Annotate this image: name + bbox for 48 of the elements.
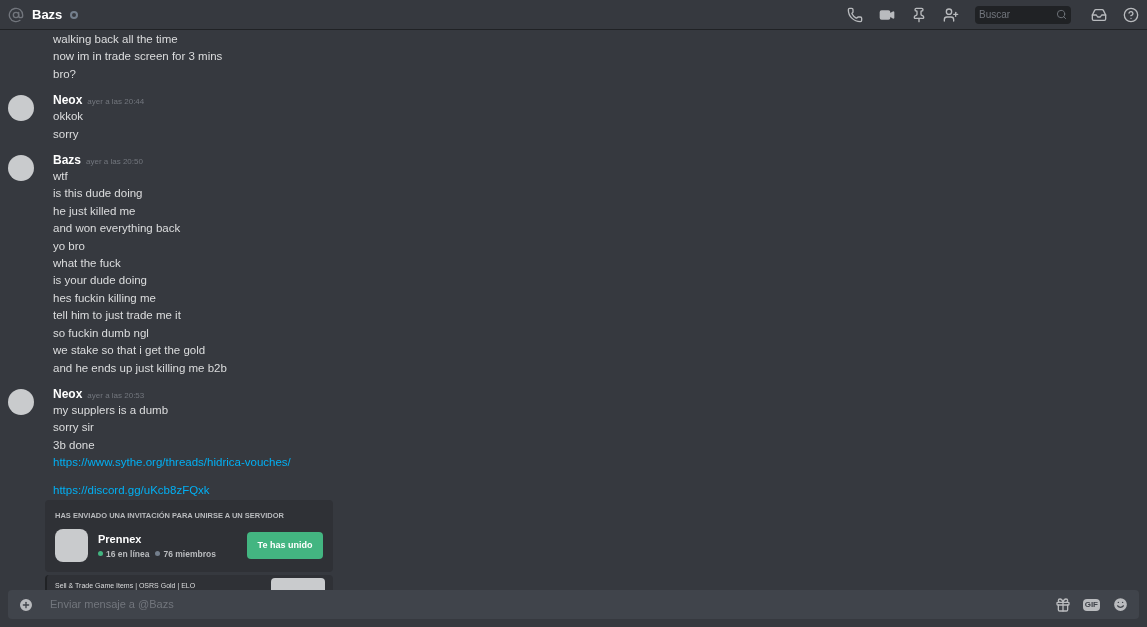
author-name[interactable]: Neox: [53, 93, 83, 109]
message-text: my supplers is a dumb: [53, 402, 169, 418]
add-icon[interactable]: [18, 596, 34, 613]
channel-title: Bazs: [32, 5, 63, 24]
avatar[interactable]: [8, 388, 34, 415]
message-text: sorry sir: [53, 420, 94, 436]
avatar[interactable]: [8, 155, 34, 182]
author-name[interactable]: Bazs: [53, 153, 81, 169]
pin-icon[interactable]: [911, 6, 927, 23]
message-text: wtf: [53, 169, 68, 185]
gif-button[interactable]: GIF: [1082, 598, 1100, 611]
at-sign-icon: [8, 6, 24, 23]
add-user-icon[interactable]: [943, 6, 959, 23]
message-link[interactable]: https://www.sythe.org/threads/hidrica-vouches/: [53, 454, 291, 472]
gift-icon[interactable]: [1054, 596, 1071, 613]
phone-icon[interactable]: [847, 6, 863, 23]
message-text: bro?: [53, 66, 77, 82]
message-text: and he ends up just killing me b2b: [53, 360, 227, 376]
message-text: sorry: [53, 126, 79, 142]
message-text: is this dude doing: [53, 186, 143, 202]
message-text: walking back all the time: [53, 32, 178, 47]
inbox-icon[interactable]: [1091, 6, 1107, 23]
message-text: and won everything back: [53, 221, 181, 237]
message-text: what the fuck: [53, 256, 121, 272]
message-text: is your dude doing: [53, 273, 147, 289]
server-name: Prennex: [98, 532, 143, 548]
message-text: hes fuckin killing me: [53, 290, 156, 306]
message-text: so fuckin dumb ngl: [53, 325, 149, 341]
avatar[interactable]: [8, 95, 34, 122]
message-text: tell him to just trade me it: [53, 308, 181, 324]
search-box[interactable]: Buscar: [975, 5, 1071, 24]
message-text: we stake so that i get the gold: [53, 343, 206, 359]
search-icon: [1056, 9, 1067, 20]
server-icon: [55, 529, 88, 563]
search-field[interactable]: Buscar: [979, 7, 1049, 22]
message-text: he just killed me: [53, 203, 136, 219]
message-text: yo bro: [53, 238, 85, 254]
message-text: 3b done: [53, 437, 95, 453]
message-link[interactable]: https://discord.gg/uKcb8zFQxk: [53, 481, 210, 499]
help-icon[interactable]: [1123, 6, 1139, 23]
thumbnail-placeholder: [271, 578, 325, 590]
message-text: now im in trade screen for 3 mins: [53, 49, 223, 65]
member-count: 16 en línea: [106, 547, 150, 561]
author-name[interactable]: Neox: [53, 386, 83, 402]
member-count: 76 miembros: [163, 547, 216, 561]
message-text: okkok: [53, 109, 84, 125]
emoji-icon[interactable]: [1112, 596, 1129, 613]
status-icon: [70, 10, 79, 19]
